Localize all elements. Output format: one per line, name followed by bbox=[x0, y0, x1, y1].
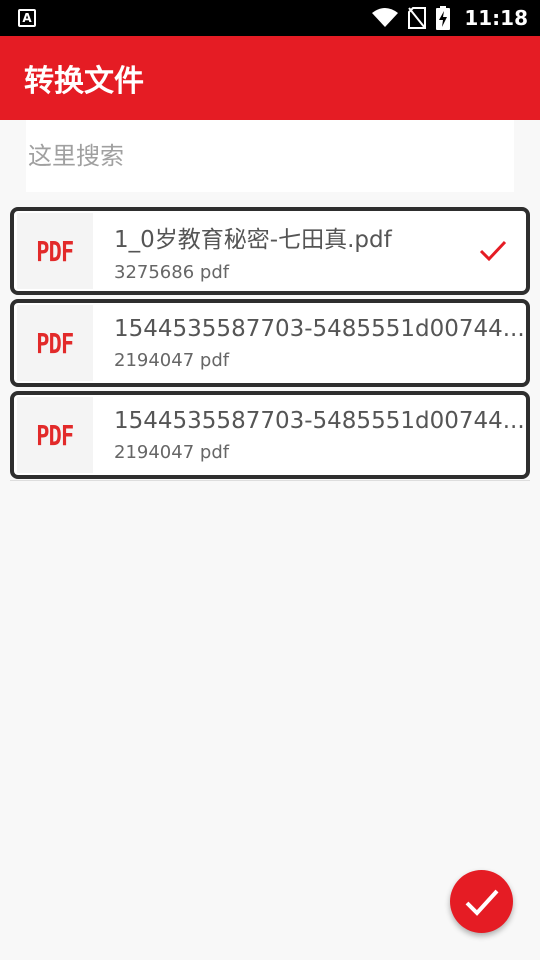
pdf-thumb-label: PDF bbox=[36, 234, 74, 268]
file-meta: 2194047 pdf bbox=[114, 442, 526, 463]
file-list: PDF 1_0岁教育秘密-七田真.pdf 3275686 pdf PDF 154… bbox=[10, 207, 530, 483]
check-icon bbox=[465, 889, 498, 916]
file-info: 1544535587703-5485551d00744... 2194047 p… bbox=[114, 316, 526, 371]
file-name: 1544535587703-5485551d00744... bbox=[114, 315, 525, 342]
file-size: 2194047 bbox=[114, 349, 195, 371]
file-item[interactable]: PDF 1544535587703-5485551d00744... 21940… bbox=[10, 391, 530, 479]
status-bar: A 11:18 bbox=[0, 0, 540, 36]
list-divider bbox=[10, 480, 530, 481]
pdf-thumb-label: PDF bbox=[36, 418, 74, 452]
file-name: 1_0岁教育秘密-七田真.pdf bbox=[114, 226, 392, 253]
no-sim-icon bbox=[408, 7, 427, 29]
app-bar: 转换文件 bbox=[0, 36, 540, 120]
file-type: pdf bbox=[199, 261, 230, 283]
file-size: 3275686 bbox=[114, 261, 195, 283]
battery-charging-icon bbox=[436, 6, 451, 30]
wifi-icon bbox=[372, 8, 399, 27]
confirm-button[interactable] bbox=[450, 870, 513, 933]
pdf-file-icon: PDF bbox=[17, 305, 93, 381]
file-info: 1_0岁教育秘密-七田真.pdf 3275686 pdf bbox=[114, 220, 526, 283]
selected-check-icon bbox=[479, 240, 507, 262]
file-meta: 3275686 pdf bbox=[114, 262, 526, 283]
file-info: 1544535587703-5485551d00744... 2194047 p… bbox=[114, 408, 526, 463]
pdf-file-icon: PDF bbox=[17, 397, 93, 473]
status-time: 11:18 bbox=[464, 6, 528, 30]
pdf-file-icon: PDF bbox=[17, 213, 93, 289]
file-item[interactable]: PDF 1_0岁教育秘密-七田真.pdf 3275686 pdf bbox=[10, 207, 530, 295]
search-input[interactable] bbox=[28, 142, 514, 170]
file-size: 2194047 bbox=[114, 441, 195, 463]
file-name: 1544535587703-5485551d00744... bbox=[114, 407, 525, 434]
file-item[interactable]: PDF 1544535587703-5485551d00744... 21940… bbox=[10, 299, 530, 387]
file-type: pdf bbox=[199, 349, 230, 371]
pdf-thumb-label: PDF bbox=[36, 326, 74, 360]
a-icon: A bbox=[18, 9, 36, 27]
file-meta: 2194047 pdf bbox=[114, 350, 526, 371]
search-box[interactable] bbox=[26, 120, 514, 192]
file-type: pdf bbox=[199, 441, 230, 463]
page-title: 转换文件 bbox=[24, 64, 144, 99]
